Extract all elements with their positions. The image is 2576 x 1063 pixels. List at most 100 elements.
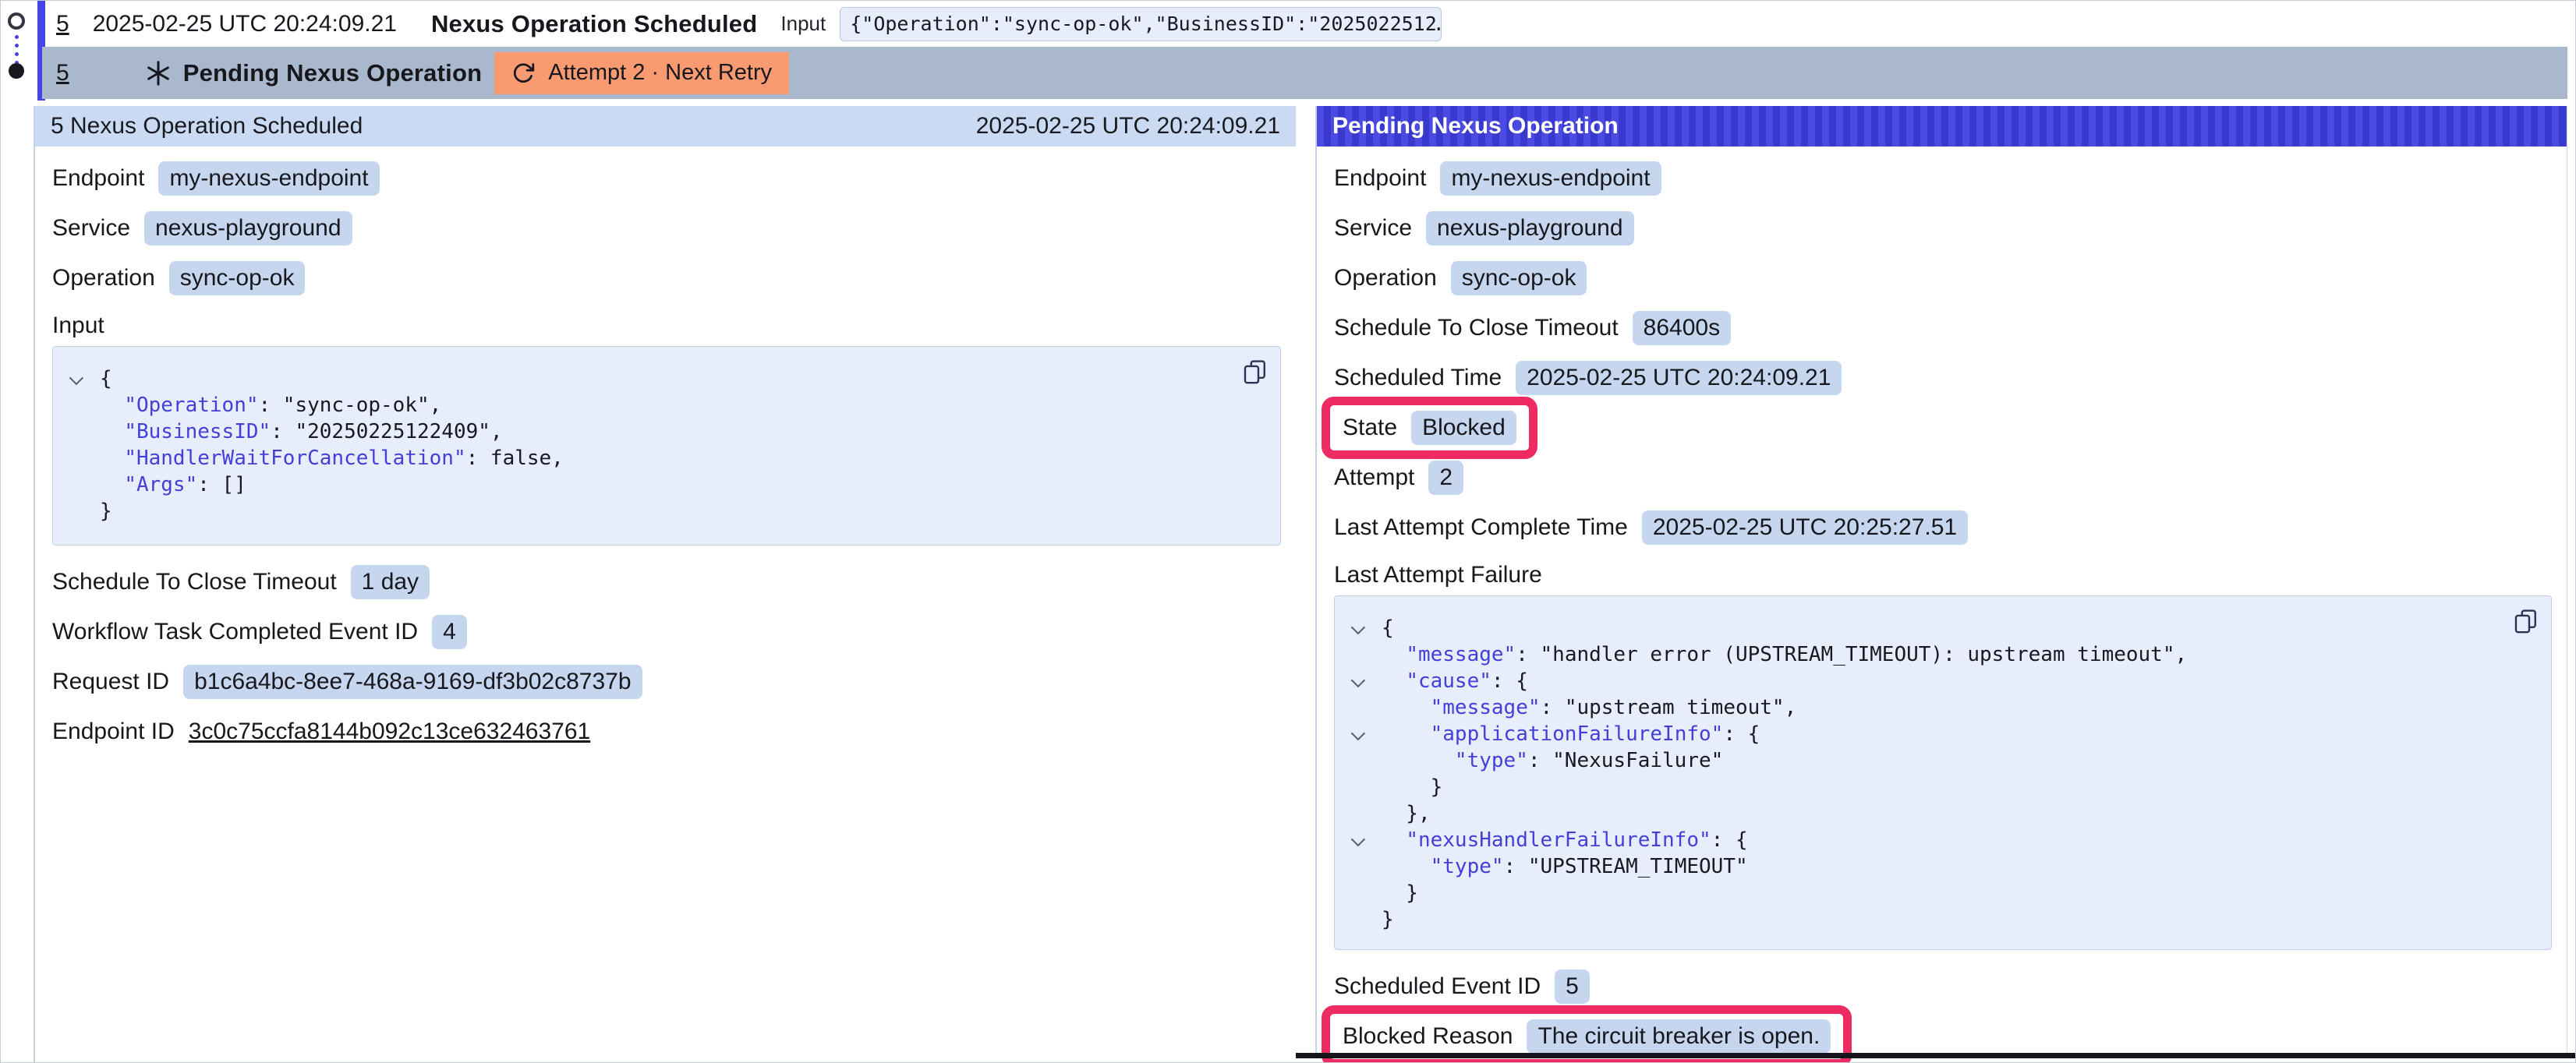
copy-icon[interactable] xyxy=(2512,607,2539,635)
code-gutter xyxy=(1349,694,1382,721)
code-text: } xyxy=(1382,774,1442,800)
collapse-chevron-icon[interactable] xyxy=(1349,721,1382,747)
code-line: } xyxy=(67,498,1226,524)
code-text: } xyxy=(100,498,112,524)
last-attempt-failure-label: Last Attempt Failure xyxy=(1334,560,2551,591)
code-line: "Operation": "sync-op-ok", xyxy=(67,392,1226,418)
event-input-label: Input xyxy=(780,12,826,36)
collapse-chevron-icon[interactable] xyxy=(1349,827,1382,853)
pending-title: Pending Nexus Operation xyxy=(183,59,483,87)
event-fields-bottom: Schedule To Close Timeout 1 day Workflow T… xyxy=(52,564,1280,750)
code-gutter xyxy=(1349,800,1382,827)
field-value: 1 day xyxy=(351,565,430,599)
collapse-chevron-icon[interactable] xyxy=(1349,668,1382,694)
temporal-event-history-screen: 5 2025-02-25 UTC 20:24:09.21 Nexus Opera… xyxy=(0,0,2576,1063)
bottom-window-edge xyxy=(1296,1053,2576,1058)
code-line: { xyxy=(1349,615,2496,641)
field-value: 86400s xyxy=(1633,311,1731,345)
code-line: "message": "handler error (UPSTREAM_TIME… xyxy=(1349,641,2496,668)
copy-icon[interactable] xyxy=(1241,358,1268,386)
failure-json-viewer: { "message": "handler error (UPSTREAM_TI… xyxy=(1334,595,2552,950)
code-text: { xyxy=(1382,615,1394,641)
event-input-preview-chip: {"Operation":"sync-op-ok","BusinessID":"… xyxy=(840,7,1442,41)
code-gutter xyxy=(1349,880,1382,906)
code-text: { xyxy=(100,366,112,392)
field-row-workflow-task-completed-event-id: Workflow Task Completed Event ID 4 xyxy=(52,614,1280,650)
field-row-request-id: Request IDb1c6a4bc-8ee7-468a-9169-df3b02… xyxy=(52,664,1280,700)
code-text: }, xyxy=(1382,800,1431,827)
code-line: "BusinessID": "20250225122409", xyxy=(67,418,1226,445)
collapse-chevron-icon[interactable] xyxy=(1349,615,1382,641)
field-label: Schedule To Close Timeout xyxy=(52,569,337,595)
code-text: "applicationFailureInfo": { xyxy=(1382,721,1760,747)
field-row-schedule-to-close-timeout: Schedule To Close Timeout86400s xyxy=(1334,310,2551,346)
field-value: sync-op-ok xyxy=(1451,261,1587,295)
code-gutter xyxy=(67,392,100,418)
code-line: }, xyxy=(1349,800,2496,827)
code-gutter xyxy=(67,498,100,524)
annotation-highlight: StateBlocked xyxy=(1322,397,1537,459)
event-row-nexus-operation-scheduled[interactable]: 5 2025-02-25 UTC 20:24:09.21 Nexus Opera… xyxy=(45,1,2567,47)
field-label: Operation xyxy=(52,265,155,291)
code-gutter xyxy=(67,471,100,498)
code-text: "HandlerWaitForCancellation": false, xyxy=(100,445,564,471)
retry-icon xyxy=(511,61,536,85)
field-row-endpoint: Endpointmy-nexus-endpoint xyxy=(1334,161,2551,196)
event-detail-panel: 5 Nexus Operation Scheduled 2025-02-25 U… xyxy=(34,106,1296,1063)
collapse-chevron-icon[interactable] xyxy=(67,366,100,392)
pending-asterisk-icon xyxy=(144,59,172,87)
field-row-scheduled-event-id: Scheduled Event ID5 xyxy=(1334,969,2551,1005)
field-label: Workflow Task Completed Event ID xyxy=(52,619,418,645)
code-gutter xyxy=(67,445,100,471)
code-line: "message": "upstream timeout", xyxy=(1349,694,2496,721)
field-label: Operation xyxy=(1334,265,1437,291)
code-text: "Operation": "sync-op-ok", xyxy=(100,392,441,418)
field-value: 4 xyxy=(432,615,467,649)
code-text: "Args": [] xyxy=(100,471,246,498)
code-gutter xyxy=(1349,906,1382,933)
code-line: } xyxy=(1349,880,2496,906)
retry-badge-label: Attempt 2 · Next Retry xyxy=(548,60,772,86)
code-gutter xyxy=(67,418,100,445)
code-text: "type": "UPSTREAM_TIMEOUT" xyxy=(1382,853,1748,880)
field-value: nexus-playground xyxy=(144,211,352,245)
event-detail-header-title: 5 Nexus Operation Scheduled xyxy=(51,113,363,139)
code-line: "type": "NexusFailure" xyxy=(1349,747,2496,774)
code-line: "applicationFailureInfo": { xyxy=(1349,721,2496,747)
code-text: } xyxy=(1382,906,1394,933)
field-row-scheduled-time: Scheduled Time2025-02-25 UTC 20:24:09.21 xyxy=(1334,360,2551,396)
field-label: Last Attempt Complete Time xyxy=(1334,514,1628,541)
code-gutter xyxy=(1349,853,1382,880)
field-row-service: Servicenexus-playground xyxy=(1334,210,2551,246)
field-value: Blocked xyxy=(1411,411,1516,445)
code-gutter xyxy=(1349,747,1382,774)
event-detail-header: 5 Nexus Operation Scheduled 2025-02-25 U… xyxy=(35,106,1296,147)
field-row-service: Servicenexus-playground xyxy=(52,210,1280,246)
code-text: "BusinessID": "20250225122409", xyxy=(100,418,503,445)
timeline-event-filled-dot-icon xyxy=(9,63,24,79)
field-row-endpoint: Endpointmy-nexus-endpoint xyxy=(52,161,1280,196)
event-id-link[interactable]: 5 xyxy=(56,11,69,37)
field-row-last-attempt-complete-time: Last Attempt Complete Time 2025-02-25 UTC… xyxy=(1334,510,2551,546)
code-gutter xyxy=(1349,641,1382,668)
code-line: { xyxy=(67,366,1226,392)
event-fields-top: Endpointmy-nexus-endpoint Servicenexus-pl… xyxy=(52,161,1280,296)
timeline-event-open-circle-icon xyxy=(8,12,25,30)
pending-operation-row[interactable]: 5 Pending Nexus Operation Attempt 2 · Ne… xyxy=(42,47,2567,99)
field-label: Request ID xyxy=(52,669,169,695)
field-value: nexus-playground xyxy=(1426,211,1634,245)
code-line: "cause": { xyxy=(1349,668,2496,694)
field-value-link[interactable]: 3c0c75ccfa8144b092c13ce632463761 xyxy=(189,719,590,745)
field-value: 2025-02-25 UTC 20:25:27.51 xyxy=(1642,510,1968,545)
code-line: "type": "UPSTREAM_TIMEOUT" xyxy=(1349,853,2496,880)
retry-status-badge: Attempt 2 · Next Retry xyxy=(494,52,789,94)
code-line: } xyxy=(1349,906,2496,933)
code-text: "message": "handler error (UPSTREAM_TIME… xyxy=(1382,641,2187,668)
pending-panel-header: Pending Nexus Operation xyxy=(1317,106,2567,147)
code-line: "Args": [] xyxy=(67,471,1226,498)
field-row-operation: Operation sync-op-ok xyxy=(1334,260,2551,296)
field-row-attempt: Attempt2 xyxy=(1334,460,2551,496)
pending-id-link[interactable]: 5 xyxy=(56,60,69,87)
code-text: "cause": { xyxy=(1382,668,1528,694)
field-value: sync-op-ok xyxy=(169,261,306,295)
